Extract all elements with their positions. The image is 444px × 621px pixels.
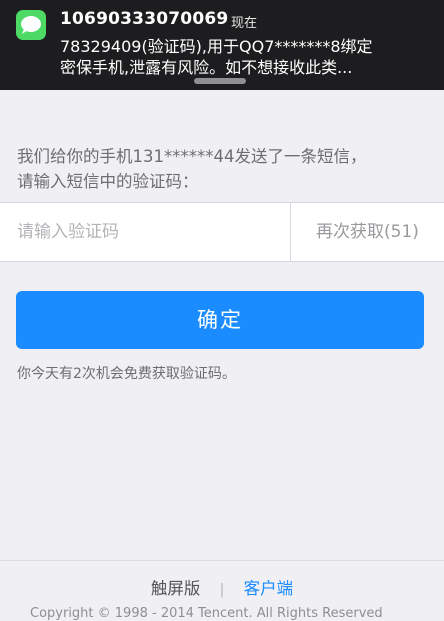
confirm-button[interactable]: 确定	[16, 291, 424, 349]
sms-sent-message: 我们给你的手机131******44发送了一条短信，	[17, 147, 367, 166]
messages-icon	[16, 10, 46, 40]
touch-version-link[interactable]: 触屏版	[151, 579, 201, 598]
notification-body-line-2: 密保手机,泄露有风险。如不想接收此类...	[60, 58, 353, 77]
footer-links: 触屏版 | 客户端	[0, 575, 444, 599]
resend-code-button[interactable]: 再次获取(51)	[291, 203, 444, 261]
enter-code-instruction: 请输入短信中的验证码：	[17, 172, 199, 191]
banner-drag-handle[interactable]	[194, 78, 246, 84]
verification-code-input[interactable]	[0, 203, 290, 261]
copyright-text: Copyright © 1998 - 2014 Tencent. All Rig…	[30, 606, 383, 621]
free-attempts-note: 你今天有2次机会免费获取验证码。	[17, 366, 236, 382]
verification-code-row: 再次获取(51)	[0, 202, 444, 262]
footer-divider	[0, 560, 444, 561]
client-app-link[interactable]: 客户端	[244, 579, 294, 598]
notification-time: 现在	[231, 16, 258, 31]
footer-separator: |	[219, 582, 225, 598]
notification-sender: 10690333070069	[60, 9, 229, 29]
sms-notification-banner[interactable]: 10690333070069 现在 78329409(验证码),用于QQ7***…	[0, 0, 444, 90]
